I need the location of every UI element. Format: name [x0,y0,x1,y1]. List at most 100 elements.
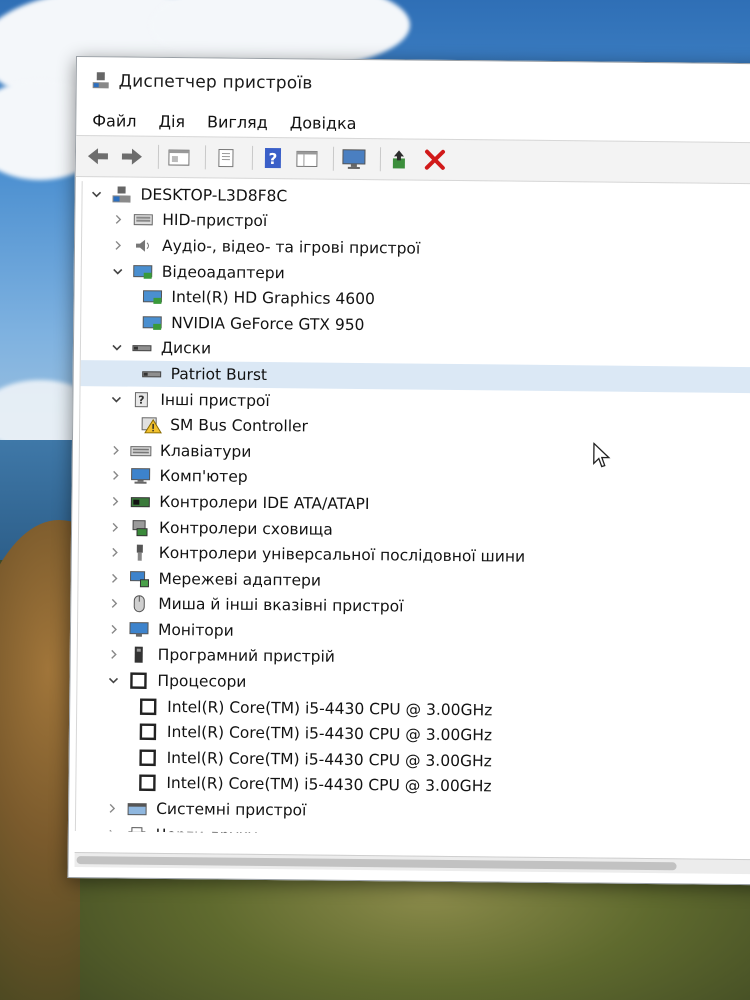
chevron-right-icon[interactable] [112,214,124,226]
monitor-icon[interactable] [340,145,368,173]
system-devices-icon [127,803,147,816]
tree-item-label: Контролери універсальної послідовної шин… [158,544,526,566]
disk-icon [142,371,162,378]
display-adapter-icon [133,264,153,279]
computer-root-icon [112,186,131,203]
toolbar: ? [75,135,750,185]
mouse-icon [133,595,145,613]
cpu-icon [139,749,156,766]
chevron-right-icon[interactable] [106,802,118,814]
ide-icon [130,497,150,508]
chevron-right-icon[interactable] [108,649,120,661]
tree-item-label: Інші пристрої [160,390,270,410]
menu-view[interactable]: Вигляд [207,112,268,132]
chevron-right-icon[interactable] [110,470,122,482]
chevron-right-icon[interactable] [109,546,121,558]
keyboard-icon [130,445,152,457]
mouse-cursor-icon [593,442,611,468]
tree-root-label: DESKTOP-L3D8F8C [140,185,288,206]
tree-item-label: Відеоадаптери [161,262,285,282]
tree-item-label: Системні пристрої [156,799,307,820]
cpu-icon [139,774,156,792]
chevron-down-icon[interactable] [112,265,124,277]
update-driver-icon[interactable] [387,145,415,173]
tree-item-label: Patriot Burst [170,364,268,384]
disk-icon [132,345,152,352]
hid-icon [133,214,153,226]
tree-item-label: Клавіатури [159,441,252,461]
cpu-icon [139,698,157,715]
tree-item-label: HID-пристрої [162,211,268,231]
tree-item-label: Контролери IDE ATA/ATAPI [159,492,370,514]
properties-icon[interactable] [165,143,193,171]
show-hide-icon[interactable] [212,143,240,171]
other-devices-icon: ? [134,391,148,407]
tree-item-label: Черги друку [155,825,258,839]
scan-changes-icon[interactable] [293,144,321,172]
chevron-right-icon[interactable] [109,521,121,533]
display-adapter-icon [142,315,162,330]
tree-item-label: Intel(R) HD Graphics 4600 [171,288,376,309]
tree-item-label: Аудіо-, відео- та ігрові пристрої [161,236,421,258]
tree-item-label: NVIDIA GeForce GTX 950 [171,313,365,334]
display-adapter-icon [142,290,163,305]
cpu-icon [130,672,147,690]
chevron-down-icon[interactable] [107,674,119,686]
toolbar-separator [379,147,382,172]
menu-file[interactable]: Файл [92,111,136,130]
tree-item-label: Процесори [157,671,247,691]
scrollbar-thumb[interactable] [76,856,677,871]
chevron-right-icon[interactable] [108,572,120,584]
tree-item-label: Програмний пристрій [157,646,335,667]
toolbar-separator [332,146,335,171]
tree-item-label: Intel(R) Core(TM) i5-4430 CPU @ 3.00GHz [166,748,492,771]
network-icon [130,570,150,587]
chevron-right-icon[interactable] [112,239,124,251]
tree-item-label: Монітори [157,620,234,640]
title-bar[interactable]: Диспетчер пристроїв [76,57,750,112]
chevron-right-icon[interactable] [110,444,122,456]
back-icon[interactable] [84,142,112,170]
toolbar-separator [204,145,207,170]
firmware-icon [134,647,143,664]
tree-item-label: Диски [160,339,212,358]
tree-item-label: Intel(R) Core(TM) i5-4430 CPU @ 3.00GHz [166,774,492,796]
chevron-right-icon[interactable] [108,598,120,610]
monitor-icon [129,621,149,637]
tree-item-label: SM Bus Controller [170,416,309,436]
tree-item-label: Комп'ютер [159,467,248,487]
tree-item-label: Миша й інші вказівні пристрої [158,595,404,616]
chevron-down-icon[interactable] [90,188,102,200]
tree-item-label: Intel(R) Core(TM) i5-4430 CPU @ 3.00GHz [167,697,493,720]
toolbar-separator [251,145,254,170]
uninstall-icon[interactable] [421,146,449,174]
horizontal-scrollbar[interactable] [74,852,750,875]
device-manager-window: Диспетчер пристроїв Файл Дія Вигляд Дові… [67,56,750,886]
chevron-right-icon[interactable] [106,828,118,839]
usb-icon [136,544,143,561]
menu-action[interactable]: Дія [158,111,185,130]
window-title: Диспетчер пристроїв [118,71,313,94]
computer-icon [131,468,151,485]
svg-text:?: ? [138,393,145,406]
device-manager-icon [92,72,109,89]
chevron-right-icon[interactable] [109,495,121,507]
menu-help[interactable]: Довідка [290,113,357,133]
warning-device-icon [141,417,162,434]
toolbar-separator [157,144,160,169]
chevron-down-icon[interactable] [110,393,122,405]
tree-item-label: Intel(R) Core(TM) i5-4430 CPU @ 3.00GHz [166,723,493,745]
tree-item-label: Мережеві адаптери [158,569,322,590]
chevron-down-icon[interactable] [111,342,123,354]
device-tree[interactable]: DESKTOP-L3D8F8C HID-пристрої Аудіо-, віде… [74,181,750,839]
forward-icon[interactable] [118,142,146,170]
cpu-icon [139,723,157,741]
storage-icon [132,519,148,536]
tree-rows: HID-пристрої Аудіо-, відео- та ігрові при… [76,207,750,839]
print-queue-icon [128,826,146,839]
audio-icon [135,239,150,252]
svg-text:?: ? [268,150,277,168]
chevron-right-icon[interactable] [108,623,120,635]
help-icon[interactable]: ? [259,144,287,172]
tree-item-label: Контролери сховища [158,518,333,539]
